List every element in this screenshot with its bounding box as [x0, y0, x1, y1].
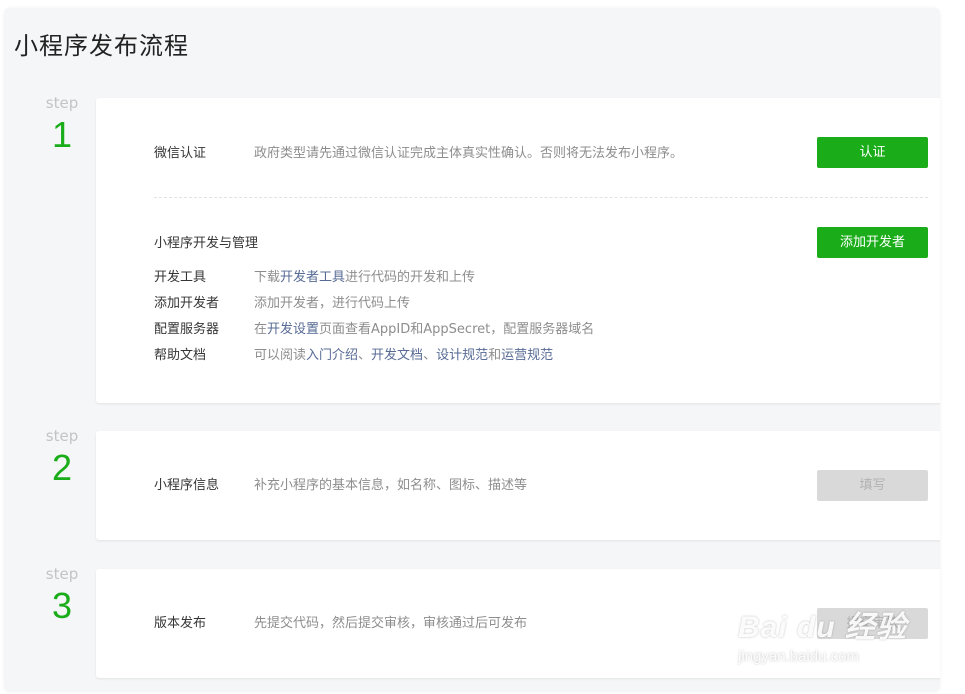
step-2-label: step	[45, 427, 79, 445]
step-1-label: step	[45, 94, 79, 112]
baidu-jingyan-watermark: Bai du 经验 jingyan.baidu.com	[738, 602, 907, 665]
list-item: 配置服务器 在开发设置页面查看AppID和AppSecret，配置服务器域名	[96, 318, 940, 338]
list-item: 开发工具 下载开发者工具进行代码的开发和上传	[96, 266, 940, 286]
help-docs-sep: 、	[358, 348, 372, 363]
help-docs-pre: 可以阅读	[254, 348, 307, 363]
dev-tools-label: 开发工具	[154, 270, 207, 285]
step-3-number: 3	[51, 585, 73, 626]
mini-program-info-desc: 补充小程序的基本信息，如名称、图标、描述等	[254, 478, 528, 493]
step-2-number: 2	[51, 447, 73, 488]
dev-tools-desc: 下载开发者工具进行代码的开发和上传	[254, 266, 475, 285]
design-spec-link[interactable]: 设计规范	[436, 348, 488, 363]
dev-docs-link[interactable]: 开发文档	[371, 348, 423, 363]
mini-program-info-title: 小程序信息	[154, 478, 220, 493]
server-config-label: 配置服务器	[154, 322, 220, 337]
dev-settings-link[interactable]: 开发设置	[267, 322, 319, 337]
step-3-label: step	[45, 565, 79, 583]
section-divider	[154, 197, 928, 198]
page-title: 小程序发布流程	[14, 32, 189, 60]
step-1-number: 1	[51, 114, 73, 155]
server-config-desc: 在开发设置页面查看AppID和AppSecret，配置服务器域名	[254, 318, 594, 337]
list-item: 添加开发者 添加开发者，进行代码上传	[96, 292, 940, 312]
fill-in-button[interactable]: 填写	[817, 470, 928, 501]
dev-tools-pre: 下载	[254, 270, 281, 285]
server-config-pre: 在	[254, 322, 268, 337]
help-docs-sep: 、	[423, 348, 437, 363]
add-dev-desc: 添加开发者，进行代码上传	[254, 296, 411, 311]
dev-tools-mid: 进行代码的开发和上传	[345, 270, 476, 285]
add-developer-button[interactable]: 添加开发者	[817, 227, 928, 258]
dev-manage-title: 小程序开发与管理	[154, 236, 259, 251]
list-item: 帮助文档 可以阅读入门介绍、开发文档、设计规范和运营规范	[96, 344, 940, 364]
watermark-url: jingyan.baidu.com	[738, 648, 859, 665]
wechat-verify-title: 微信认证	[154, 146, 207, 161]
help-docs-desc: 可以阅读入门介绍、开发文档、设计规范和运营规范	[254, 344, 553, 363]
ops-spec-link[interactable]: 运营规范	[501, 348, 553, 363]
help-docs-label: 帮助文档	[154, 348, 207, 363]
version-release-title: 版本发布	[154, 616, 207, 631]
add-dev-label: 添加开发者	[154, 296, 220, 311]
dev-tools-link[interactable]: 开发者工具	[280, 270, 345, 285]
verify-button[interactable]: 认证	[817, 137, 928, 168]
publish-flow-panel: 小程序发布流程 step 1 微信认证 政府类型请先通过微信认证完成主体真实性确…	[4, 8, 940, 692]
watermark-logo: Bai du 经验	[738, 611, 908, 644]
intro-link[interactable]: 入门介绍	[306, 348, 358, 363]
help-docs-sep: 和	[488, 348, 502, 363]
server-config-mid: 页面查看AppID和AppSecret，配置服务器域名	[319, 322, 595, 337]
wechat-verify-desc: 政府类型请先通过微信认证完成主体真实性确认。否则将无法发布小程序。	[254, 146, 684, 161]
step-1-card: 微信认证 政府类型请先通过微信认证完成主体真实性确认。否则将无法发布小程序。 认…	[96, 98, 940, 403]
step-2-card: 小程序信息 补充小程序的基本信息，如名称、图标、描述等 填写	[96, 431, 940, 540]
version-release-desc: 先提交代码，然后提交审核，审核通过后可发布	[254, 616, 528, 631]
